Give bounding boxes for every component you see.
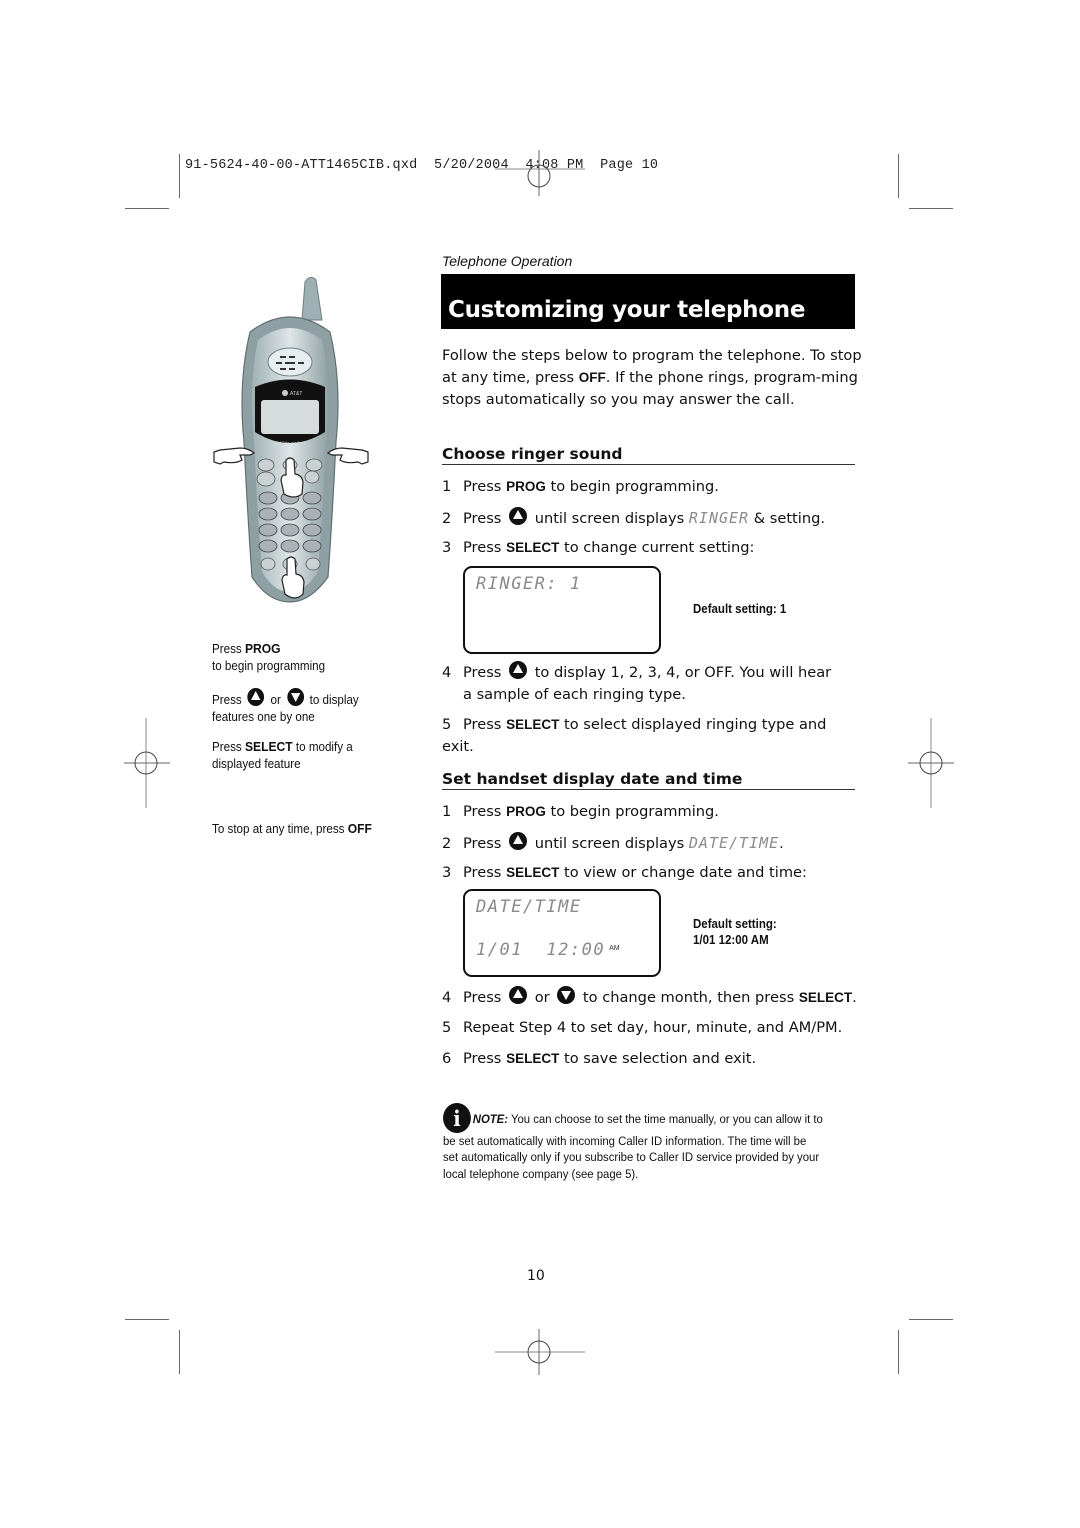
key-select: SELECT — [244, 739, 293, 754]
lcd-line-2: 1/01 12:00 AM — [476, 940, 620, 960]
sidebar-note-off: To stop at any time, press OFF — [212, 821, 372, 836]
up-arrow-icon — [509, 986, 528, 1004]
key-select: SELECT — [506, 1051, 560, 1066]
intro-paragraph: Follow the steps below to program the te… — [442, 347, 862, 408]
datetime-section-heading: Set handset display date and time — [442, 770, 855, 790]
title-bar: Customizing your telephone — [441, 274, 855, 329]
ringer-step-1: 1 Press PROG to begin programming. — [442, 478, 719, 495]
key-prog: PROG — [506, 479, 546, 494]
crop-mark — [125, 208, 169, 209]
key-off: OFF — [347, 821, 372, 836]
lcd-line-1: RINGER: 1 — [476, 574, 582, 594]
ringer-step-2: 2 Press until screen displays RINGER & se… — [442, 507, 825, 527]
datetime-step-2: 2 Press until screen displays DATE/TIME. — [442, 832, 784, 852]
svg-text:2.4GHz cordless: 2.4GHz cordless — [276, 440, 306, 445]
datetime-step-5: 5 Repeat Step 4 to set day, hour, minute,… — [442, 1019, 843, 1036]
key-prog: PROG — [244, 641, 281, 656]
up-arrow-icon — [509, 507, 528, 525]
registration-mark — [124, 718, 170, 808]
up-arrow-icon — [509, 832, 528, 850]
crop-mark — [909, 208, 953, 209]
ringer-lcd-display: RINGER: 1 — [463, 566, 661, 654]
datetime-step-1: 1 Press PROG to begin programming. — [442, 803, 719, 820]
crop-mark — [179, 154, 180, 198]
sidebar-note-prog: Press PROG to begin programming — [212, 641, 326, 673]
crop-mark — [179, 1330, 180, 1374]
key-off: OFF — [578, 370, 606, 385]
handset-illustration: AT&T 2.4GHz cordless — [213, 276, 369, 603]
antenna — [301, 276, 323, 321]
up-arrow-icon — [509, 661, 528, 679]
crop-mark — [898, 154, 899, 198]
datetime-step-4: 4 Press or to change month, then press SE… — [442, 986, 862, 1009]
datetime-default-setting: Default setting: 1/01 12:00 AM — [693, 917, 777, 947]
up-arrow-icon — [247, 688, 265, 706]
key-select: SELECT — [798, 990, 853, 1005]
key-select: SELECT — [506, 540, 560, 555]
registration-mark — [495, 1329, 585, 1375]
down-arrow-icon — [557, 986, 576, 1004]
ringer-step-4: 4 Press to display 1, 2, 3, 4, or OFF. Yo… — [442, 661, 862, 706]
sidebar-note-arrows: Press or to display features one by one — [212, 688, 359, 725]
registration-mark — [908, 718, 954, 808]
note-block: i NOTE: You can choose to set the time ma… — [443, 1103, 824, 1182]
page-title: Customizing your telephone — [448, 297, 806, 323]
ringer-default-setting: Default setting: 1 — [693, 602, 787, 616]
info-icon: i — [443, 1103, 471, 1133]
ringer-step-5: 5 Press SELECT to select displayed ringin… — [442, 716, 827, 755]
display-screen — [261, 400, 319, 434]
page-number: 10 — [527, 1268, 545, 1284]
key-select: SELECT — [506, 865, 560, 880]
key-select: SELECT — [506, 717, 560, 732]
sidebar-note-select: Press SELECT to modify a displayed featu… — [212, 739, 353, 771]
datetime-lcd-display: DATE/TIME 1/01 12:00 AM — [463, 889, 661, 977]
key-prog: PROG — [506, 804, 546, 819]
crop-mark — [898, 1330, 899, 1374]
slug-page: Page 10 — [600, 158, 659, 173]
lcd-word-datetime: DATE/TIME — [688, 834, 780, 852]
slug-filename: 91-5624-40-00-ATT1465CIB.qxd — [185, 158, 418, 173]
ringer-step-3: 3 Press SELECT to change current setting: — [442, 539, 755, 556]
note-label: NOTE: — [472, 1112, 509, 1126]
down-arrow-icon — [286, 688, 304, 706]
registration-mark — [495, 150, 585, 196]
lcd-word-ringer: RINGER — [688, 509, 750, 527]
datetime-step-6: 6 Press SELECT to save selection and exit… — [442, 1050, 757, 1067]
lcd-line-1: DATE/TIME — [476, 897, 582, 917]
ringer-section-heading: Choose ringer sound — [442, 445, 855, 465]
crop-mark — [125, 1319, 169, 1320]
svg-text:AT&T: AT&T — [290, 391, 302, 397]
lcd-ampm: AM — [609, 945, 620, 952]
file-slug: 91-5624-40-00-ATT1465CIB.qxd 5/20/2004 4… — [185, 158, 658, 173]
datetime-step-3: 3 Press SELECT to view or change date and… — [442, 864, 807, 881]
crop-mark — [909, 1319, 953, 1320]
section-label: Telephone Operation — [442, 253, 573, 269]
